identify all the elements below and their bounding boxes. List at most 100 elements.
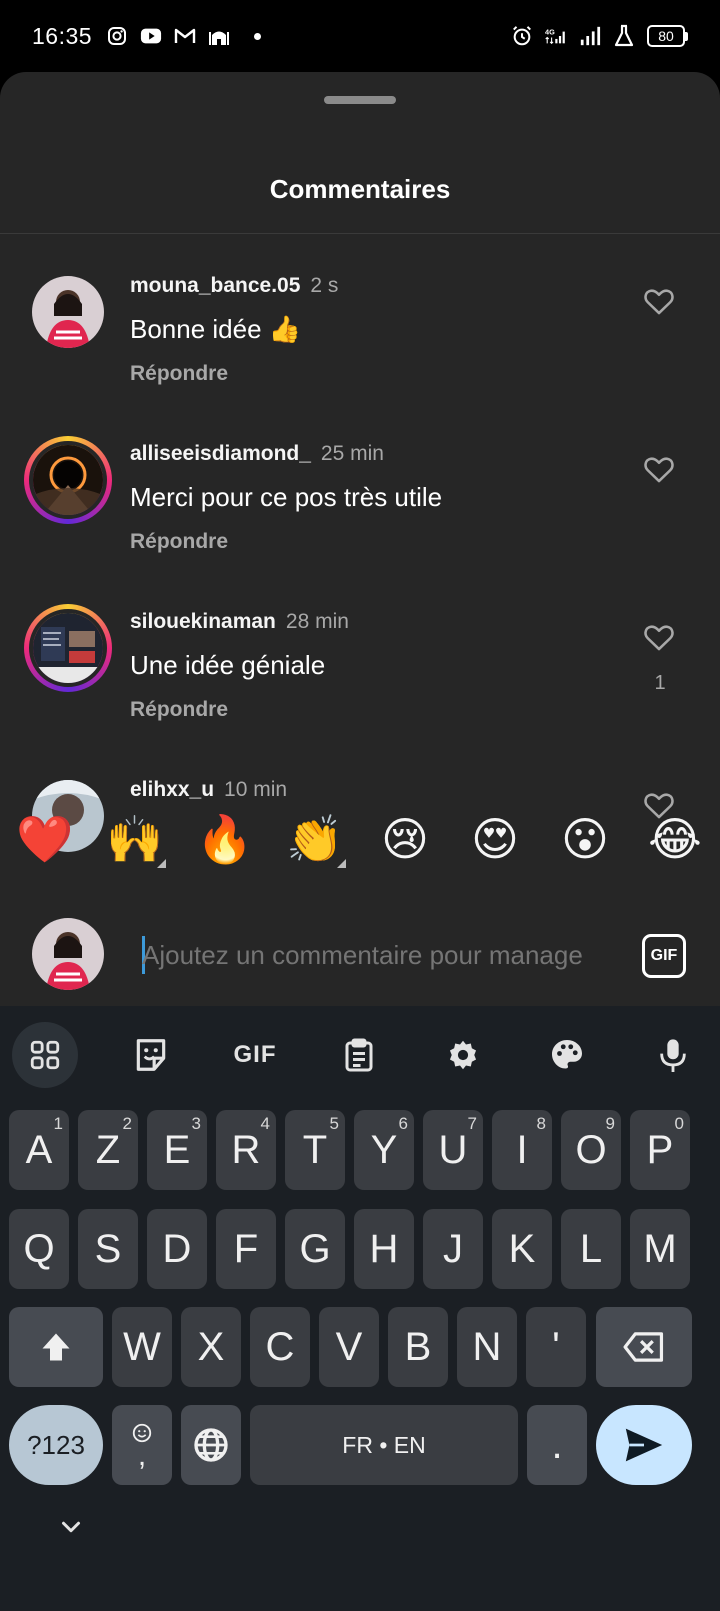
reaction-laughing[interactable]: 😂 bbox=[630, 802, 720, 876]
backspace-key[interactable] bbox=[596, 1307, 692, 1387]
reply-button[interactable]: Répondre bbox=[130, 530, 228, 554]
key-g[interactable]: G bbox=[285, 1209, 345, 1289]
key-o[interactable]: O9 bbox=[561, 1110, 621, 1190]
key-l[interactable]: L bbox=[561, 1209, 621, 1289]
clipboard-icon[interactable] bbox=[326, 1022, 392, 1088]
key-y[interactable]: Y6 bbox=[354, 1110, 414, 1190]
keyboard-gif-button[interactable]: GIF bbox=[222, 1022, 288, 1088]
skin-tone-indicator bbox=[157, 859, 166, 868]
heart-icon[interactable] bbox=[642, 620, 676, 654]
reaction-raised-hands[interactable]: 🙌 bbox=[90, 802, 180, 876]
comment-item: silouekinaman 28 min Une idée géniale Rép… bbox=[0, 570, 720, 738]
key-k[interactable]: K bbox=[492, 1209, 552, 1289]
comment-time: 2 s bbox=[310, 274, 339, 297]
quick-reactions: ❤️ 🙌 🔥 👏 😢 😍 😮 😂 bbox=[0, 802, 720, 876]
settings-icon[interactable] bbox=[430, 1022, 496, 1088]
drag-handle[interactable] bbox=[324, 96, 396, 104]
key-hint: 6 bbox=[398, 1114, 408, 1133]
sticker-icon[interactable] bbox=[118, 1022, 184, 1088]
palette-icon[interactable] bbox=[534, 1022, 600, 1088]
key-w[interactable]: W bbox=[112, 1307, 172, 1387]
reaction-crying[interactable]: 😢 bbox=[360, 802, 450, 876]
like-count: 1 bbox=[654, 672, 666, 694]
key-j[interactable]: J bbox=[423, 1209, 483, 1289]
comment-time: 25 min bbox=[320, 442, 384, 465]
reply-button[interactable]: Répondre bbox=[130, 698, 228, 722]
reaction-surprised[interactable]: 😮 bbox=[540, 802, 630, 876]
reply-button[interactable]: Répondre bbox=[130, 362, 228, 386]
period-key[interactable]: . bbox=[527, 1405, 587, 1485]
gif-button[interactable]: GIF bbox=[642, 934, 686, 978]
key-n[interactable]: N bbox=[457, 1307, 517, 1387]
key-hint: 3 bbox=[191, 1114, 201, 1133]
comment-username[interactable]: elihxx_u bbox=[130, 778, 214, 801]
apps-grid-icon[interactable] bbox=[12, 1022, 78, 1088]
heart-icon[interactable] bbox=[642, 284, 676, 318]
reaction-heart[interactable]: ❤️ bbox=[0, 802, 90, 876]
key-label: I bbox=[516, 1127, 528, 1172]
comment-item: alliseeisdiamond_ 25 min Merci pour ce po… bbox=[0, 402, 720, 570]
alarm-icon bbox=[511, 25, 533, 47]
key-p[interactable]: P0 bbox=[630, 1110, 690, 1190]
key-c[interactable]: C bbox=[250, 1307, 310, 1387]
globe-icon bbox=[194, 1428, 228, 1462]
battery-indicator: 80 bbox=[647, 25, 688, 47]
key-s[interactable]: S bbox=[78, 1209, 138, 1289]
svg-text:4G: 4G bbox=[545, 28, 555, 37]
comment-username[interactable]: mouna_bance.05 bbox=[130, 274, 300, 297]
heart-icon[interactable] bbox=[642, 452, 676, 486]
shift-key[interactable] bbox=[9, 1307, 103, 1387]
numbers-key[interactable]: ?123 bbox=[9, 1405, 103, 1485]
comment-username[interactable]: silouekinaman bbox=[130, 610, 276, 633]
instagram-icon bbox=[106, 25, 128, 47]
key-i[interactable]: I8 bbox=[492, 1110, 552, 1190]
language-key[interactable] bbox=[181, 1405, 241, 1485]
key-hint: 1 bbox=[53, 1114, 63, 1133]
key-e[interactable]: E3 bbox=[147, 1110, 207, 1190]
key-d[interactable]: D bbox=[147, 1209, 207, 1289]
comment-text: Une idée géniale bbox=[130, 650, 326, 680]
send-key[interactable] bbox=[596, 1405, 692, 1485]
key-label: T bbox=[302, 1127, 328, 1172]
status-bar: 16:35 4G 80 bbox=[0, 0, 720, 72]
key-h[interactable]: H bbox=[354, 1209, 414, 1289]
comment-username[interactable]: alliseeisdiamond_ bbox=[130, 442, 311, 465]
comment-input[interactable] bbox=[142, 930, 612, 980]
key-m[interactable]: M bbox=[630, 1209, 690, 1289]
key-v[interactable]: V bbox=[319, 1307, 379, 1387]
gmail-icon bbox=[174, 25, 196, 47]
space-key[interactable]: FR • EN bbox=[250, 1405, 518, 1485]
reaction-heart-eyes[interactable]: 😍 bbox=[450, 802, 540, 876]
shift-icon bbox=[42, 1333, 70, 1361]
key-b[interactable]: B bbox=[388, 1307, 448, 1387]
key-r[interactable]: R4 bbox=[216, 1110, 276, 1190]
chevron-down-icon[interactable] bbox=[56, 1512, 86, 1542]
key-label: O bbox=[575, 1127, 607, 1172]
emoji-comma-key[interactable]: , bbox=[112, 1405, 172, 1485]
reaction-clapping-glyph: 👏 bbox=[286, 811, 344, 866]
reaction-clapping[interactable]: 👏 bbox=[270, 802, 360, 876]
comment-text: Merci pour ce pos très utile bbox=[130, 482, 443, 512]
avatar-story-ring[interactable] bbox=[24, 436, 112, 524]
key-t[interactable]: T5 bbox=[285, 1110, 345, 1190]
key-u[interactable]: U7 bbox=[423, 1110, 483, 1190]
key-hint: 9 bbox=[605, 1114, 615, 1133]
key-a[interactable]: A1 bbox=[9, 1110, 69, 1190]
key-label: U bbox=[438, 1127, 468, 1172]
microphone-icon[interactable] bbox=[640, 1022, 706, 1088]
comment-list[interactable]: mouna_bance.05 2 s Bonne idée 👍 Répondre … bbox=[0, 234, 720, 874]
key-f[interactable]: F bbox=[216, 1209, 276, 1289]
reaction-raised-hands-glyph: 🙌 bbox=[106, 811, 164, 866]
key-label: Y bbox=[370, 1127, 398, 1172]
key-x[interactable]: X bbox=[181, 1307, 241, 1387]
avatar-story-ring[interactable] bbox=[24, 604, 112, 692]
reaction-fire[interactable]: 🔥 bbox=[180, 802, 270, 876]
key-q[interactable]: Q bbox=[9, 1209, 69, 1289]
key-z[interactable]: Z2 bbox=[78, 1110, 138, 1190]
avatar[interactable] bbox=[32, 276, 104, 348]
comment-composer: GIF bbox=[0, 878, 720, 1004]
backspace-icon bbox=[623, 1332, 664, 1362]
key-apostrophe[interactable]: ' bbox=[526, 1307, 586, 1387]
avatar bbox=[29, 609, 107, 687]
comment-header: alliseeisdiamond_ 25 min bbox=[130, 442, 384, 466]
